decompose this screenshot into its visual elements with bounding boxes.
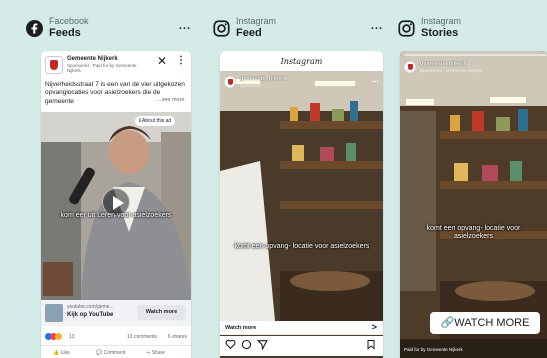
placement-name: Feeds (49, 27, 81, 39)
sponsored-label: Sponsored · Gemeente Nijkerk (420, 68, 482, 73)
facebook-icon (26, 20, 43, 37)
reaction-icons (45, 333, 62, 340)
video-subtitle: komt een opvang- locatie voor asielzoeke… (426, 225, 521, 241)
account-avatar[interactable] (224, 76, 236, 88)
sponsored-label: Sponsored (240, 83, 262, 88)
close-icon[interactable]: ✕ (157, 54, 167, 68)
like-button[interactable]: 👍 Like (53, 350, 70, 356)
post-header: gemeente_nijkerk Sponsored ... (224, 75, 379, 91)
link-thumbnail (45, 304, 63, 322)
link-domain: youtube.com/geme... (67, 304, 114, 310)
column-header: Facebook Feeds ... (26, 14, 191, 44)
facebook-feeds-column: Facebook Feeds ... Gemeente Nijkerk Spon… (26, 0, 191, 358)
share-count[interactable]: 6 shares (168, 334, 187, 340)
reaction-count: 13 (69, 334, 75, 340)
comment-button[interactable]: 💬 Comment (96, 350, 125, 356)
paid-by-label: Paid for by Gemeente Nijkerk (404, 347, 463, 352)
sponsored-label: Sponsored · Paid for by Gemeente Nijkerk… (67, 63, 137, 74)
see-more-link[interactable]: ...see more (157, 97, 185, 103)
about-this-ad-button[interactable]: ℹ About this ad (135, 116, 176, 126)
link-title: Kijk op YouTube (67, 312, 114, 318)
instagram-stories-column: Instagram Stories gemeente_nijkerk Spons… (398, 0, 547, 358)
placement-name: Feed (236, 27, 262, 39)
instagram-feed-ad-preview: Instagram gemeente_nijkerk Sponsored ...… (220, 51, 383, 358)
share-button[interactable]: ↪ Share (146, 350, 165, 356)
column-header: Instagram Stories (398, 14, 547, 44)
watch-more-bar[interactable]: Watch more > (220, 321, 383, 335)
comment-icon[interactable] (241, 339, 252, 350)
send-icon[interactable] (257, 339, 268, 350)
link-icon: 🔗 (440, 317, 455, 329)
page-name[interactable]: Gemeente Nijkerk (67, 56, 118, 62)
column-header: Instagram Feed ... (213, 14, 383, 44)
comment-count[interactable]: 13 comments (127, 334, 157, 340)
account-avatar[interactable] (404, 61, 416, 73)
instagram-icon (213, 20, 230, 37)
instagram-story-ad-preview[interactable]: gemeente_nijkerk Sponsored · Gemeente Ni… (400, 51, 547, 358)
more-options-icon[interactable]: ... (372, 75, 379, 84)
placement-name: Stories (421, 27, 459, 39)
video-subtitle: kom eer uit Leren voor asielzoekers (60, 212, 172, 219)
link-preview[interactable]: youtube.com/geme... Kijk op YouTube Watc… (41, 300, 191, 326)
facebook-ad-preview: Gemeente Nijkerk Sponsored · Paid for by… (41, 51, 191, 358)
ad-video[interactable]: gemeente_nijkerk Sponsored ... komt een … (220, 71, 383, 358)
chevron-right-icon: > (371, 322, 377, 332)
story-header: gemeente_nijkerk Sponsored · Gemeente Ni… (404, 60, 543, 76)
ad-video[interactable]: ℹ About this ad kom eer uit Leren voor a… (41, 112, 191, 300)
bookmark-icon[interactable] (366, 339, 376, 350)
reactions-bar: 13 13 comments 6 shares (45, 333, 187, 343)
kebab-menu-icon[interactable]: ⋮ (176, 55, 186, 66)
watch-more-button[interactable]: 🔗WATCH MORE (430, 312, 540, 334)
instagram-icon (398, 20, 415, 37)
watch-more-label: WATCH MORE (454, 317, 530, 329)
platform-name: Instagram (421, 16, 462, 26)
instagram-feed-column: Instagram Feed ... Instagram gemeente_ni… (213, 0, 383, 358)
instagram-wordmark: Instagram (280, 57, 323, 66)
watch-more-button[interactable]: Watch more (137, 305, 186, 320)
account-username[interactable]: gemeente_nijkerk (420, 61, 466, 67)
platform-name: Facebook (49, 16, 89, 26)
watch-more-label: Watch more (225, 325, 257, 331)
more-options-button[interactable]: ... (371, 20, 383, 32)
story-progress-bar (404, 54, 547, 56)
page-avatar (45, 56, 63, 74)
heart-icon[interactable] (225, 339, 236, 350)
post-actions (220, 336, 383, 356)
platform-name: Instagram (236, 16, 277, 26)
video-subtitle: komt een opvang- locatie voor asielzoeke… (234, 243, 370, 250)
action-bar: 👍 Like 💬 Comment ↪ Share (41, 345, 191, 358)
account-username[interactable]: gemeente_nijkerk (240, 76, 286, 82)
video-frame-image (220, 71, 383, 358)
more-options-button[interactable]: ... (179, 20, 191, 32)
